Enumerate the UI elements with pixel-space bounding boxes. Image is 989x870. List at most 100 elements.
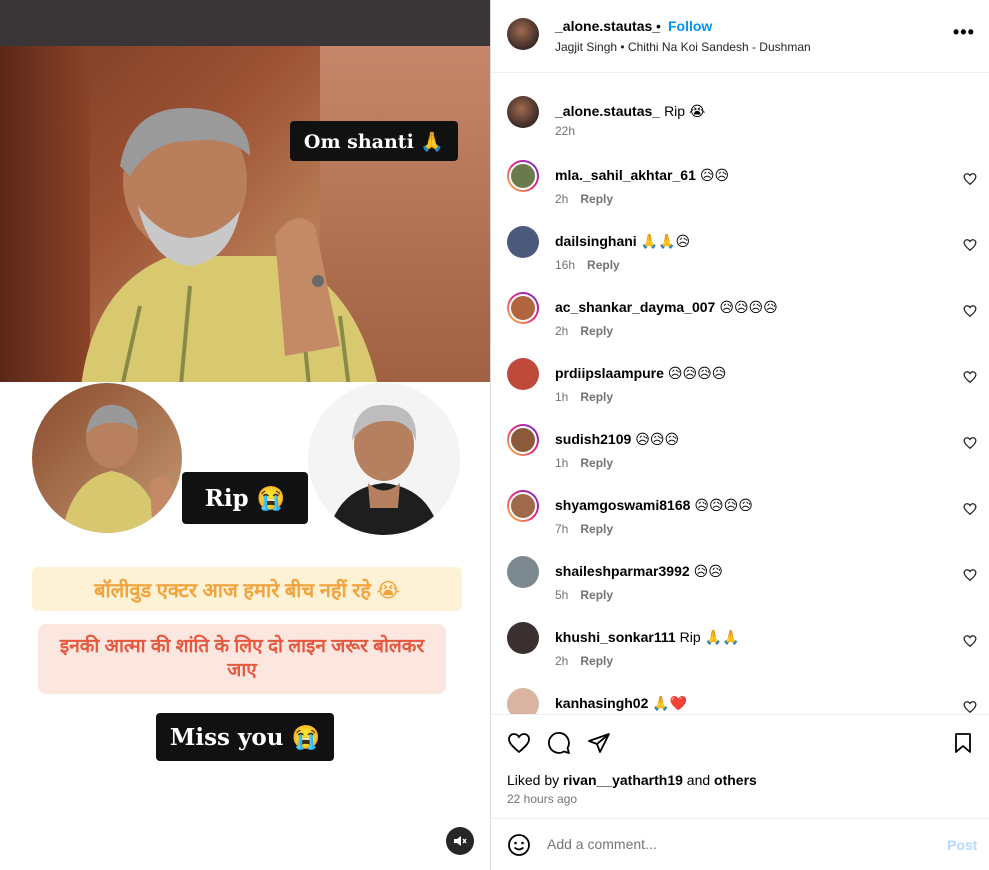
hindi-message-line-2: इनकी आत्मा की शांति के लिए दो लाइन जरूर …: [38, 624, 446, 694]
comment-username[interactable]: kanhasingh02: [555, 695, 648, 711]
comment-time[interactable]: 1h: [555, 390, 568, 404]
comment-time[interactable]: 2h: [555, 192, 568, 206]
comment-like-heart-icon[interactable]: [963, 370, 977, 384]
avatar[interactable]: [507, 160, 539, 192]
rip-label: Rip 😭: [182, 472, 308, 524]
reply-button[interactable]: Reply: [580, 456, 613, 470]
comment-text: 😥😥: [693, 563, 723, 579]
author-avatar[interactable]: [507, 18, 539, 50]
comment-text: 😥😥: [699, 167, 730, 183]
reply-button[interactable]: Reply: [580, 324, 613, 338]
comment-username[interactable]: shyamgoswami8168: [555, 497, 690, 513]
comment-text: 😥😥😥😥: [667, 365, 727, 381]
comment-input[interactable]: [547, 836, 927, 852]
liked-by-text: Liked by rivan__yatharth19 and others: [507, 772, 757, 788]
reply-button[interactable]: Reply: [580, 192, 613, 206]
emoji-picker-icon[interactable]: [507, 833, 531, 857]
comment-username[interactable]: dailsinghani: [555, 233, 637, 249]
comment-text: Rip 🙏🙏: [679, 629, 740, 645]
comment-item: mla._sahil_akhtar_61 😥😥 2h Reply: [491, 160, 989, 226]
reply-button[interactable]: Reply: [580, 588, 613, 602]
post-header: _alone.stautas_ • Follow Jagjit Singh • …: [491, 0, 989, 73]
comment-item: sudish2109 😥😥😥 1h Reply: [491, 424, 989, 490]
avatar[interactable]: [507, 688, 539, 714]
caption-item: _alone.stautas_ Rip 😭 22h: [491, 96, 989, 162]
avatar[interactable]: [507, 358, 539, 390]
comment-item: shyamgoswami8168 😥😥😥😥 7h Reply: [491, 490, 989, 556]
comment-text: 😥😥😥😥: [719, 299, 778, 315]
post-viewer: Om shanti 🙏 Rip 😭 बॉलीवुड एक्टर आज हमारे…: [0, 0, 989, 870]
comment-item: khushi_sonkar111 Rip 🙏🙏 2h Reply: [491, 622, 989, 688]
reply-button[interactable]: Reply: [580, 522, 613, 536]
comment-like-heart-icon[interactable]: [963, 634, 977, 648]
comment-time[interactable]: 5h: [555, 588, 568, 602]
comment-text: 😥😥😥😥: [694, 497, 753, 513]
post-comment-button[interactable]: Post: [947, 837, 977, 853]
share-paper-plane-icon[interactable]: [587, 731, 611, 755]
liked-by-others[interactable]: others: [714, 772, 757, 788]
comments-list[interactable]: _alone.stautas_ Rip 😭 22h mla._sahil_akht…: [491, 74, 989, 714]
avatar[interactable]: [507, 226, 539, 258]
avatar-image: [509, 426, 537, 454]
comment-item: prdiipslaampure 😥😥😥😥 1h Reply: [491, 358, 989, 424]
comment-username[interactable]: sudish2109: [555, 431, 631, 447]
more-options-button[interactable]: •••: [953, 22, 975, 43]
avatar[interactable]: [507, 490, 539, 522]
comment-time[interactable]: 2h: [555, 654, 568, 668]
actor-photo-circle-left: [32, 383, 182, 533]
comment-text: 🙏❤️: [652, 695, 688, 711]
media-top-bar: [0, 0, 490, 46]
liked-by-user[interactable]: rivan__yatharth19: [563, 772, 683, 788]
post-media[interactable]: Om shanti 🙏 Rip 😭 बॉलीवुड एक्टर आज हमारे…: [0, 0, 490, 870]
comment-time[interactable]: 2h: [555, 324, 568, 338]
comment-like-heart-icon[interactable]: [963, 172, 977, 186]
comment-bubble-icon[interactable]: [547, 731, 571, 755]
comment-username[interactable]: ac_shankar_dayma_007: [555, 299, 715, 315]
reply-button[interactable]: Reply: [587, 258, 620, 272]
avatar[interactable]: [507, 622, 539, 654]
reply-button[interactable]: Reply: [580, 654, 613, 668]
save-bookmark-icon[interactable]: [951, 731, 975, 755]
comment-username[interactable]: mla._sahil_akhtar_61: [555, 167, 696, 183]
comment-like-heart-icon[interactable]: [963, 568, 977, 582]
comment-item: shaileshparmar3992 😥😥 5h Reply: [491, 556, 989, 622]
follow-button[interactable]: Follow: [668, 18, 712, 34]
caption-text: Rip 😭: [664, 103, 706, 119]
avatar-image: [509, 492, 537, 520]
comment-text: 😥😥😥: [635, 431, 680, 447]
avatar[interactable]: [507, 292, 539, 324]
comment-like-heart-icon[interactable]: [963, 238, 977, 252]
add-comment-bar: Post: [491, 818, 989, 870]
comment-time[interactable]: 1h: [555, 456, 568, 470]
comment-username[interactable]: prdiipslaampure: [555, 365, 664, 381]
actor-photo-circle-right: [308, 383, 460, 535]
caption-username[interactable]: _alone.stautas_: [555, 103, 660, 119]
comment-like-heart-icon[interactable]: [963, 436, 977, 450]
comment-time[interactable]: 7h: [555, 522, 568, 536]
comment-time[interactable]: 16h: [555, 258, 575, 272]
comment-item: kanhasingh02 🙏❤️: [491, 688, 989, 714]
om-shanti-label: Om shanti 🙏: [290, 121, 458, 161]
audio-track-link[interactable]: Jagjit Singh • Chithi Na Koi Sandesh - D…: [555, 40, 811, 54]
author-username[interactable]: _alone.stautas_: [555, 18, 660, 34]
speaker-muted-icon: [454, 836, 467, 846]
avatar[interactable]: [507, 96, 539, 128]
avatar-image: [509, 294, 537, 322]
comment-like-heart-icon[interactable]: [963, 502, 977, 516]
comment-text: 🙏🙏😥: [640, 233, 691, 249]
caption-time: 22h: [555, 124, 576, 138]
hindi-message-line-1: बॉलीवुड एक्टर आज हमारे बीच नहीं रहे 😭: [32, 567, 462, 611]
post-actions: Liked by rivan__yatharth19 and others 22…: [491, 714, 989, 818]
reply-button[interactable]: Reply: [580, 390, 613, 404]
comment-like-heart-icon[interactable]: [963, 700, 977, 714]
post-timestamp[interactable]: 22 hours ago: [507, 792, 577, 806]
comment-username[interactable]: khushi_sonkar111: [555, 629, 676, 645]
avatar[interactable]: [507, 556, 539, 588]
comment-like-heart-icon[interactable]: [963, 304, 977, 318]
header-separator: •: [656, 18, 661, 34]
avatar[interactable]: [507, 424, 539, 456]
mute-button[interactable]: [446, 827, 474, 855]
comment-username[interactable]: shaileshparmar3992: [555, 563, 690, 579]
like-heart-icon[interactable]: [507, 731, 531, 755]
avatar-image: [509, 162, 537, 190]
